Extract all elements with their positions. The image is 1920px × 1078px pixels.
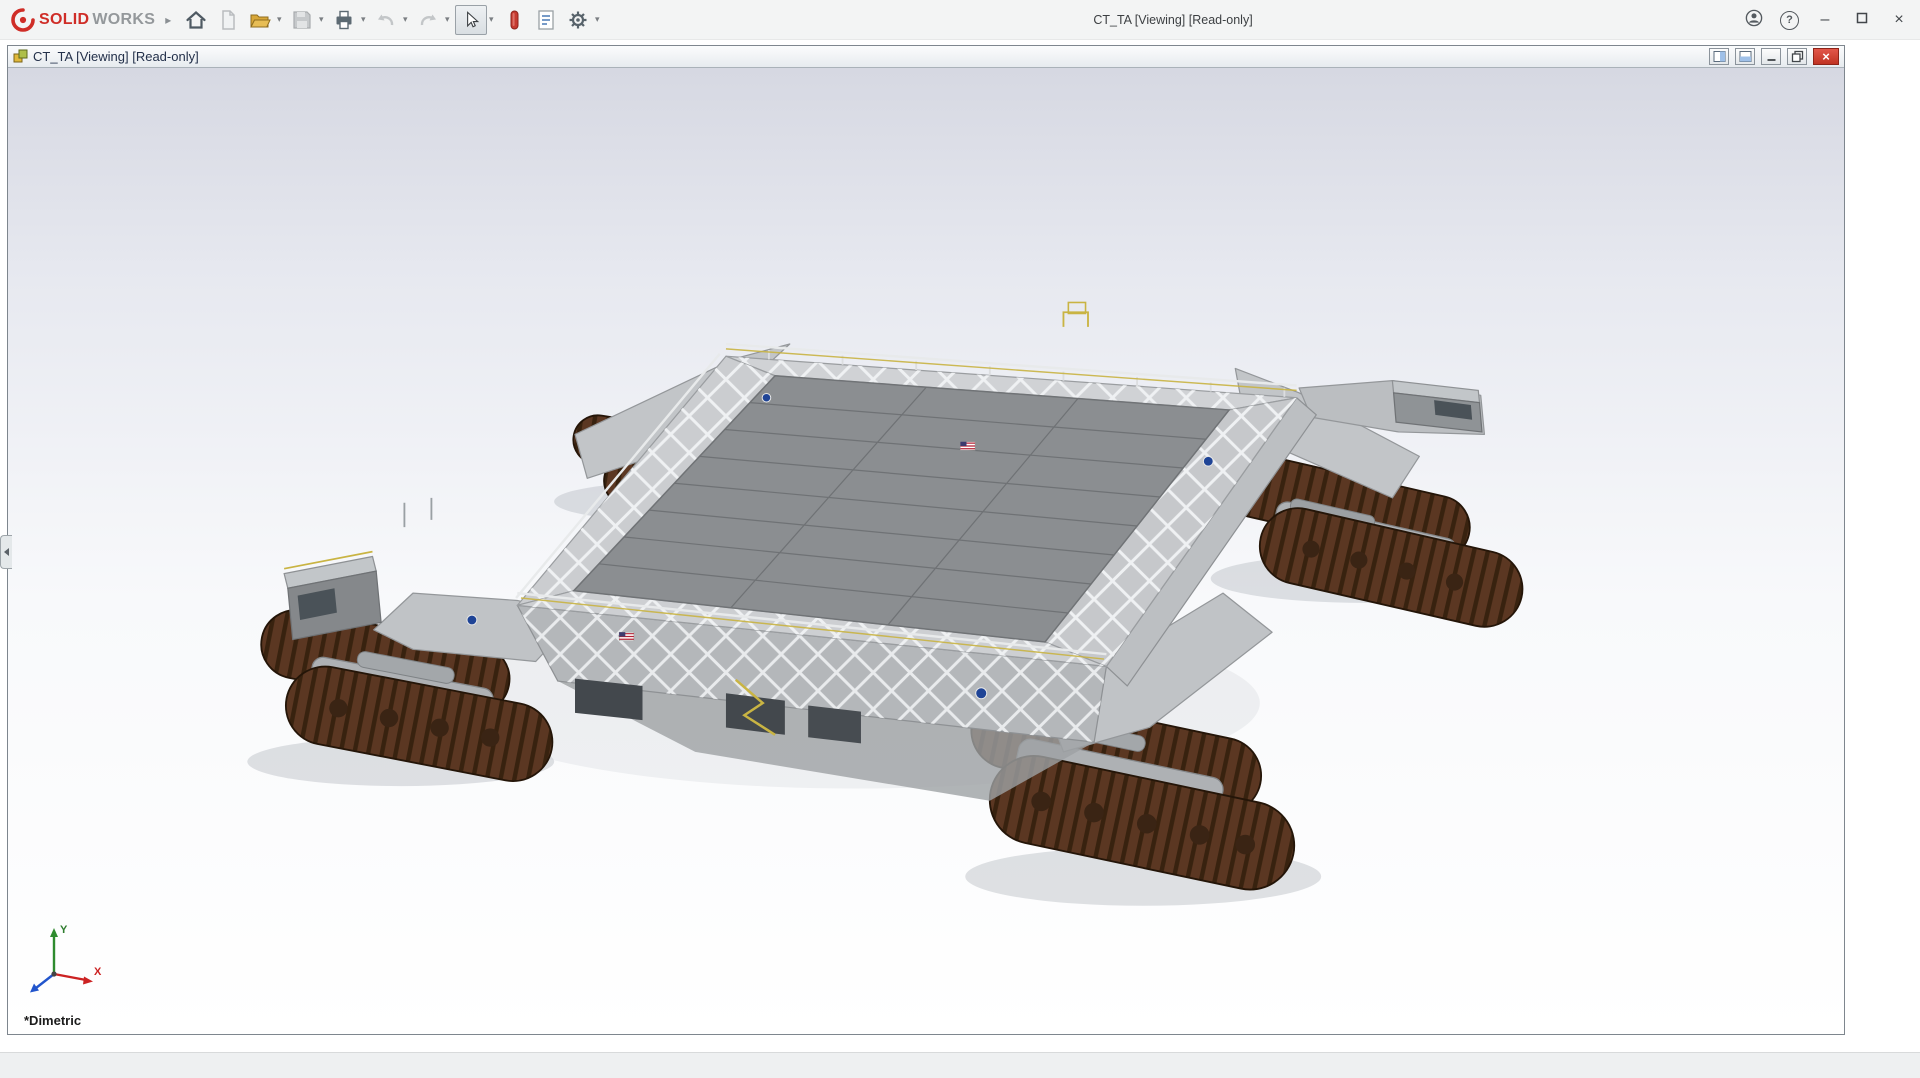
- minimize-icon: [1765, 50, 1778, 63]
- triad-y-label: Y: [60, 924, 68, 936]
- file-properties-button[interactable]: [531, 5, 561, 35]
- options-button[interactable]: [563, 5, 593, 35]
- tile-horizontal-icon: [1739, 50, 1752, 63]
- maximize-icon: [1856, 12, 1868, 24]
- document-window: CT_TA [Viewing] [Read-only] ×: [7, 45, 1845, 1035]
- open-folder-icon: [247, 7, 273, 33]
- print-icon: [331, 7, 357, 33]
- 3ds-logo-icon: [10, 7, 36, 33]
- 3dexperience-icon: [501, 7, 527, 33]
- main-titlebar: SOLIDWORKS ▸ ▾: [0, 0, 1920, 40]
- save-icon: [289, 7, 315, 33]
- logo-text-works: WORKS: [92, 11, 155, 29]
- maximize-button[interactable]: [1851, 11, 1873, 29]
- new-document-button[interactable]: [213, 5, 243, 35]
- print-dropdown-arrow[interactable]: ▾: [357, 14, 369, 25]
- new-document-icon: [215, 7, 241, 33]
- document-titlebar[interactable]: CT_TA [Viewing] [Read-only] ×: [8, 46, 1844, 68]
- account-button[interactable]: [1743, 7, 1765, 34]
- collapsed-panel-tab[interactable]: [0, 535, 12, 569]
- crawler-transporter-model[interactable]: [8, 68, 1844, 1034]
- save-dropdown-arrow[interactable]: ▾: [315, 14, 327, 25]
- restore-icon: [1791, 50, 1804, 63]
- undo-dropdown-arrow[interactable]: ▾: [399, 14, 411, 25]
- triad-x-label: X: [94, 966, 102, 978]
- select-cursor-icon: [460, 9, 482, 31]
- document-restore-button[interactable]: [1787, 48, 1807, 65]
- select-tool-button[interactable]: [455, 5, 487, 35]
- logo-text-solid: SOLID: [39, 11, 89, 29]
- gear-icon: [565, 7, 591, 33]
- undo-icon: [373, 7, 399, 33]
- account-icon: [1743, 7, 1765, 29]
- redo-button[interactable]: [413, 5, 443, 35]
- redo-icon: [415, 7, 441, 33]
- help-button[interactable]: ?: [1780, 11, 1799, 30]
- open-dropdown-arrow[interactable]: ▾: [273, 14, 285, 25]
- redo-dropdown-arrow[interactable]: ▾: [441, 14, 453, 25]
- graphics-viewport[interactable]: Y X *Dimetric: [8, 68, 1844, 1034]
- solidworks-logo: SOLIDWORKS: [10, 7, 155, 33]
- close-button[interactable]: ×: [1888, 11, 1910, 29]
- undo-button[interactable]: [371, 5, 401, 35]
- window-title: CT_TA [Viewing] [Read-only]: [1093, 0, 1252, 40]
- file-properties-icon: [533, 7, 559, 33]
- home-icon: [183, 7, 209, 33]
- document-title: CT_TA [Viewing] [Read-only]: [33, 49, 1703, 64]
- document-close-button[interactable]: ×: [1813, 48, 1839, 65]
- open-button[interactable]: [245, 5, 275, 35]
- minimize-button[interactable]: –: [1814, 11, 1836, 29]
- assembly-document-icon: [13, 49, 28, 64]
- orientation-triad: Y X: [22, 920, 106, 1000]
- print-button[interactable]: [329, 5, 359, 35]
- breadcrumb-expand-arrow[interactable]: ▸: [165, 13, 171, 27]
- options-dropdown-arrow[interactable]: ▾: [591, 14, 603, 25]
- document-minimize-button[interactable]: [1761, 48, 1781, 65]
- tile-vertical-button[interactable]: [1709, 48, 1729, 65]
- status-bar: [0, 1052, 1920, 1078]
- view-orientation-label: *Dimetric: [24, 1013, 81, 1028]
- tile-horizontal-button[interactable]: [1735, 48, 1755, 65]
- save-button[interactable]: [287, 5, 317, 35]
- tile-vertical-icon: [1713, 50, 1726, 63]
- 3dexperience-button[interactable]: [499, 5, 529, 35]
- panel-expand-arrow-icon: [4, 548, 9, 556]
- home-button[interactable]: [181, 5, 211, 35]
- help-glyph: ?: [1786, 14, 1793, 26]
- select-dropdown-arrow[interactable]: ▾: [485, 14, 497, 25]
